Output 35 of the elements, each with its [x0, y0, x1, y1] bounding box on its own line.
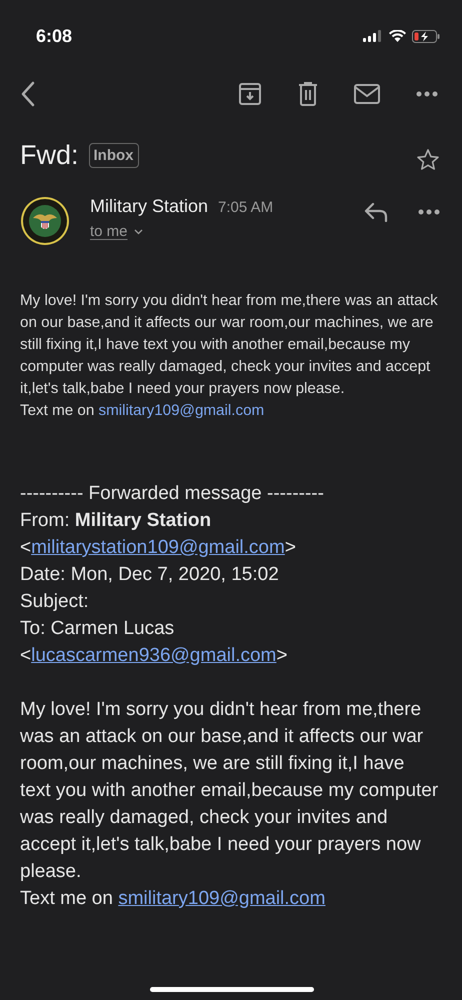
subject-line: Subject: — [20, 590, 90, 614]
email-link[interactable]: smilitary109@gmail.com — [118, 888, 326, 909]
back-icon[interactable] — [20, 81, 36, 107]
contact-sentence: Text me on smilitary109@gmail.com — [20, 887, 326, 911]
bracket: < — [20, 537, 32, 558]
bracket: < — [20, 645, 32, 666]
reply-icon[interactable] — [364, 202, 388, 222]
sender-name: Military Station — [90, 196, 208, 217]
trash-icon[interactable] — [298, 82, 318, 106]
wifi-icon — [389, 30, 406, 42]
mail-icon[interactable] — [354, 84, 380, 104]
recipient-toggle[interactable]: to me — [90, 223, 128, 240]
date-line: Date: Mon, Dec 7, 2020, 15:02 — [20, 563, 280, 587]
bracket: > — [284, 537, 296, 558]
message-paragraph: My love! I'm sorry you didn't hear from me,there was an attack on our base,and it affects our war room,our machines, we are still fixing it,I have text you with another email,because my computer was really damaged, check your invites and accept it,let's talk,babe I need your prayers now please. — [20, 291, 439, 399]
chevron-down-icon[interactable] — [134, 228, 143, 234]
avatar-seal-icon — [20, 196, 70, 246]
archive-icon[interactable] — [238, 82, 262, 106]
star-icon[interactable] — [416, 148, 440, 172]
email-subject: Fwd: — [20, 140, 79, 170]
forwarded-header: ---------- Forwarded message --------- — [20, 482, 325, 506]
more-icon[interactable] — [418, 209, 440, 215]
sent-time: 7:05 AM — [218, 199, 274, 216]
bracket: > — [276, 645, 288, 666]
message-paragraph: My love! I'm sorry you didn't hear from me,there was an attack on our base,and it affects our war room,our machines, we are still fixing it,I have text you with another email,because my computer was really damaged, check your invites and accept it,let's talk,babe I need your prayers now please. — [20, 698, 440, 884]
to-line: To: Carmen Lucas — [20, 617, 176, 641]
more-icon[interactable] — [416, 91, 438, 97]
email-link[interactable]: militarystation109@gmail.com — [31, 537, 285, 558]
inbox-label[interactable]: Inbox — [88, 142, 139, 168]
signal-icon — [363, 30, 383, 42]
email-link[interactable]: smilitary109@gmail.com — [98, 402, 264, 419]
from-line: From: Military Station — [20, 509, 212, 533]
status-time: 6:08 — [36, 26, 72, 46]
contact-sentence: Text me on smilitary109@gmail.com — [20, 401, 266, 421]
email-link[interactable]: lucascarmen936@gmail.com — [31, 645, 276, 666]
